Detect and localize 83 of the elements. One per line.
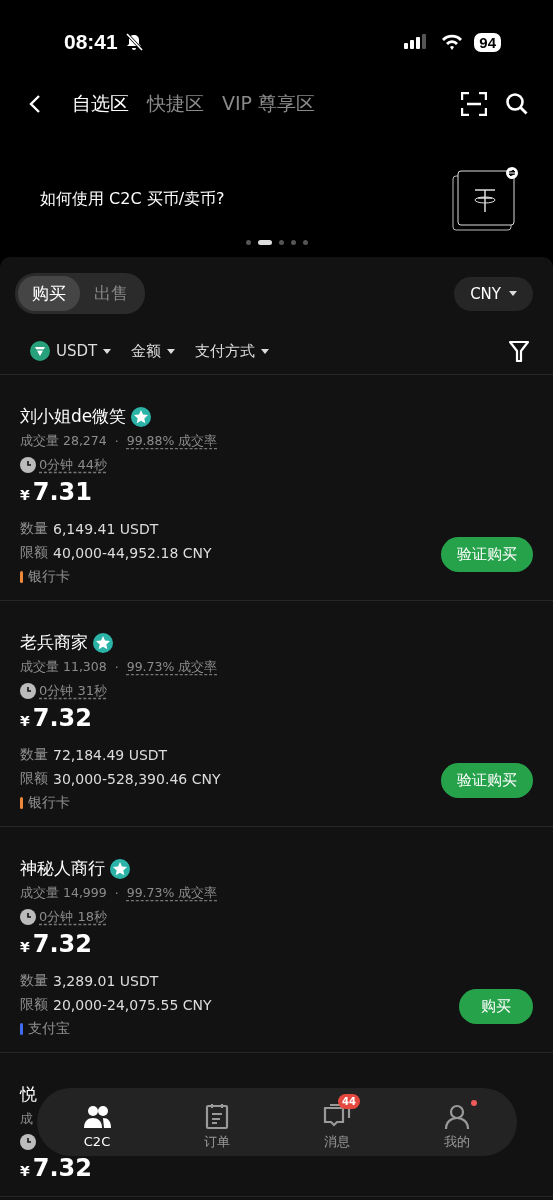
unread-count-badge: 44 [338, 1093, 360, 1109]
banner-text[interactable]: 如何使用 C2C 买币/卖币? [40, 188, 225, 210]
completion-rate[interactable]: 99.73% 成交率 [126, 885, 218, 902]
limit-label: 限额 [20, 770, 48, 788]
currency-symbol: ¥ [20, 1163, 30, 1179]
limit-value: 30,000-528,390.46 CNY [53, 771, 221, 787]
clock-icon [20, 683, 36, 699]
quantity-value: 6,149.41 USDT [53, 521, 159, 537]
response-time[interactable]: 0分钟 18秒 [39, 908, 107, 926]
limit-label: 限额 [20, 996, 48, 1014]
page-dot[interactable] [245, 240, 251, 245]
quantity-label: 数量 [20, 972, 48, 990]
person-icon [443, 1102, 471, 1130]
response-time[interactable]: 0分钟 31秒 [39, 682, 107, 700]
back-icon[interactable] [28, 94, 42, 114]
volume-text: 成交量 11,308 [20, 659, 107, 676]
filter-icon[interactable] [509, 340, 529, 362]
clock-icon [20, 457, 36, 473]
volume-text: 成交量 14,999 [20, 885, 107, 902]
tab[interactable]: VIP 尊享区 [222, 91, 316, 117]
nav-tab[interactable]: 44 消息 [297, 1093, 377, 1151]
caret-icon [509, 291, 517, 296]
caret-icon [103, 348, 112, 354]
limit-value: 40,000-44,952.18 CNY [53, 545, 212, 561]
price: 7.31 [32, 478, 92, 506]
quantity-value: 72,184.49 USDT [53, 747, 168, 763]
quantity-label: 数量 [20, 520, 48, 538]
clock-time: 08:41 [64, 30, 118, 54]
quantity-value: 3,289.01 USDT [53, 973, 159, 989]
coin-exchange-illustration [451, 166, 521, 232]
currency-symbol: ¥ [20, 939, 30, 955]
payment-method: 银行卡 [28, 794, 70, 812]
page-dot[interactable] [302, 240, 308, 245]
separator-dot: · [114, 660, 119, 675]
currency-symbol: ¥ [20, 713, 30, 729]
payment-method: 银行卡 [28, 568, 70, 586]
price: 7.32 [32, 1154, 92, 1182]
limit-label: 限额 [20, 544, 48, 562]
clock-icon [20, 909, 36, 925]
tab[interactable]: 自选区 [72, 91, 129, 117]
merchant-name[interactable]: 悦 [20, 1083, 37, 1106]
scan-icon[interactable] [461, 92, 487, 116]
caret-icon [167, 348, 176, 354]
nav-tab[interactable]: 我的 [417, 1093, 497, 1151]
battery-icon: 94 [474, 32, 501, 52]
clock-icon [20, 1134, 36, 1150]
limit-value: 20,000-24,075.55 CNY [53, 997, 212, 1013]
price: 7.32 [32, 930, 92, 958]
search-icon[interactable] [505, 92, 529, 116]
completion-rate[interactable]: 99.73% 成交率 [126, 659, 218, 676]
wifi-icon [440, 33, 465, 51]
page-dot[interactable] [278, 240, 284, 245]
completion-rate[interactable]: 99.88% 成交率 [126, 433, 218, 450]
price: 7.32 [32, 704, 92, 732]
currency-dropdown[interactable]: CNY [454, 276, 533, 311]
filter-dropdown[interactable]: USDT [30, 341, 112, 361]
muted-bell-icon [123, 32, 144, 52]
currency-symbol: ¥ [20, 487, 30, 503]
buy-button[interactable]: 验证购买 [441, 537, 533, 572]
nav-tab[interactable]: C2C [57, 1095, 137, 1149]
page-dot[interactable] [290, 240, 296, 245]
nav-tab[interactable]: 订单 [177, 1093, 257, 1151]
people-icon [83, 1104, 111, 1131]
tab[interactable]: 快捷区 [147, 91, 204, 117]
merchant-name[interactable]: 刘小姐de微笑 [20, 405, 127, 428]
filter-dropdown[interactable]: 支付方式 [195, 341, 270, 361]
toggle-option[interactable]: 出售 [80, 276, 142, 311]
volume-text: 成交量 28,274 [20, 433, 107, 450]
quantity-label: 数量 [20, 746, 48, 764]
volume-text: 成 [20, 1111, 33, 1128]
merchant-name[interactable]: 老兵商家 [20, 631, 88, 654]
response-time[interactable]: 0分钟 44秒 [39, 456, 107, 474]
caret-icon [261, 348, 270, 354]
tether-coin-icon [30, 341, 50, 361]
buy-button[interactable]: 验证购买 [441, 763, 533, 798]
payment-method: 支付宝 [28, 1020, 70, 1038]
separator-dot: · [114, 434, 119, 449]
buy-button[interactable]: 购买 [459, 989, 533, 1024]
separator-dot: · [114, 886, 119, 901]
merchant-name[interactable]: 神秘人商行 [20, 857, 105, 880]
filter-dropdown[interactable]: 金额 [131, 341, 176, 361]
clipboard-icon [203, 1102, 231, 1130]
toggle-option[interactable]: 购买 [18, 276, 80, 311]
